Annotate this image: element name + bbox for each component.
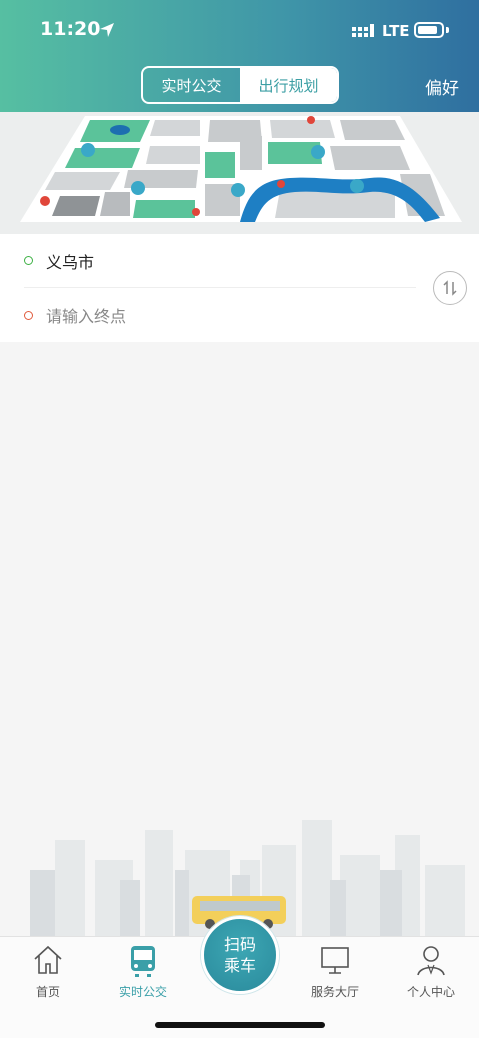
map-illustration	[0, 112, 479, 234]
tab-realtime-bus[interactable]: 实时公交	[143, 68, 240, 102]
home-indicator	[155, 1022, 325, 1028]
battery-tip	[446, 27, 449, 33]
scan-to-ride-button[interactable]: 扫码 乘车	[201, 916, 279, 994]
tab-realtime-bus-label: 实时公交	[118, 985, 167, 999]
tab-home-label: 首页	[35, 985, 60, 999]
header: 11:20 LTE 实时公交 出行规划 偏好	[0, 0, 479, 112]
status-time: 11:20	[40, 18, 101, 40]
tab-trip-planning[interactable]: 出行规划	[240, 68, 337, 102]
tab-service-hall-label: 服务大厅	[310, 985, 359, 999]
route-input-card: 义乌市 请输入终点	[0, 234, 479, 342]
location-arrow-icon	[100, 23, 114, 37]
swap-arrows-icon	[443, 280, 457, 296]
origin-row[interactable]: 义乌市	[24, 234, 416, 288]
tab-profile[interactable]: 个人中心	[386, 943, 476, 1000]
origin-field[interactable]: 义乌市	[46, 249, 94, 273]
start-dot-icon	[24, 256, 33, 265]
home-icon	[34, 945, 62, 974]
destination-row[interactable]: 请输入终点	[24, 288, 416, 342]
preferences-button[interactable]: 偏好	[425, 74, 459, 99]
network-type: LTE	[382, 22, 410, 40]
bus-icon	[131, 946, 155, 977]
monitor-icon	[321, 947, 349, 974]
person-icon	[417, 946, 445, 976]
mode-segmented-control: 实时公交 出行规划	[141, 66, 339, 104]
tab-profile-label: 个人中心	[406, 985, 455, 999]
destination-field[interactable]: 请输入终点	[46, 303, 126, 327]
tab-home[interactable]: 首页	[3, 943, 93, 1000]
scan-button-line2: 乘车	[223, 956, 256, 975]
map-banner	[0, 112, 479, 234]
battery-icon	[414, 22, 444, 38]
scan-button-line1: 扫码	[223, 935, 256, 954]
signal-icon	[352, 24, 374, 37]
tab-service-hall[interactable]: 服务大厅	[290, 943, 380, 1000]
swap-button[interactable]	[433, 271, 467, 305]
end-dot-icon	[24, 310, 33, 320]
tab-realtime-bus-nav[interactable]: 实时公交	[98, 943, 188, 1000]
